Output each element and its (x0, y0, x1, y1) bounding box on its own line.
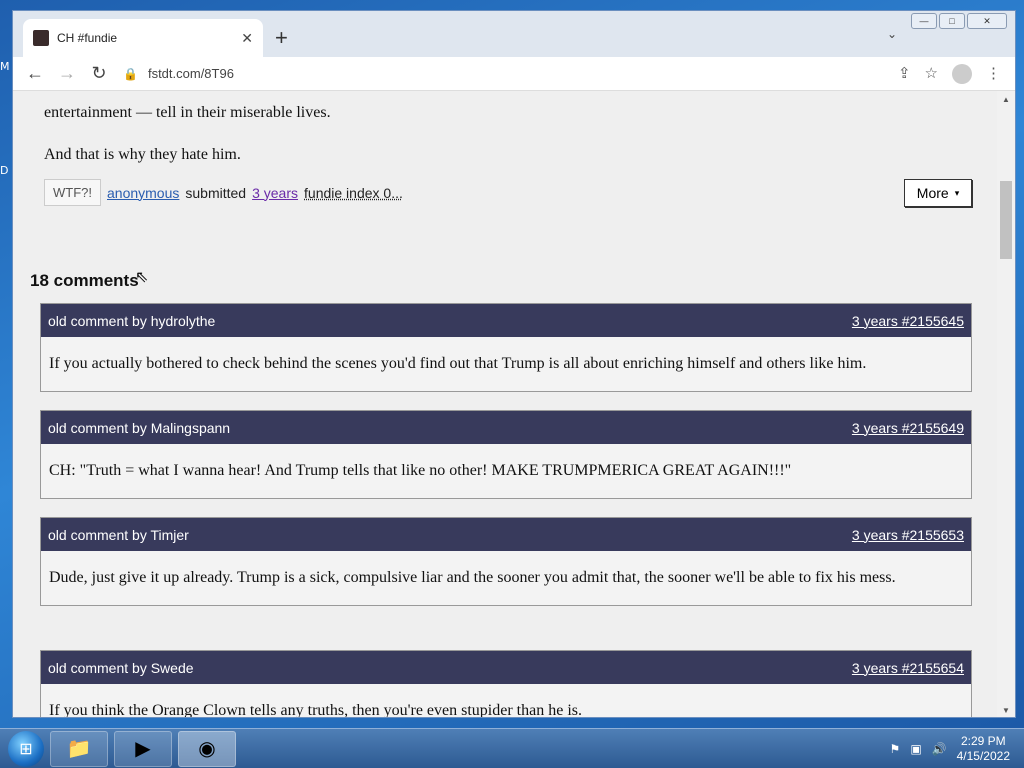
comment-permalink[interactable]: 3 years #2155649 (852, 420, 964, 436)
comment-header: old comment by hydrolythe 3 years #21556… (41, 304, 971, 337)
comment-header: old comment by Swede 3 years #2155654 (41, 651, 971, 684)
browser-window: CH #fundie ✕ + ⌄ — □ ✕ ← → ↻ 🔒 fstdt.com… (12, 10, 1016, 718)
tab-strip: CH #fundie ✕ + ⌄ — □ ✕ (13, 11, 1015, 57)
comment-author: old comment by Timjer (48, 526, 189, 543)
maximize-button[interactable]: □ (939, 13, 965, 29)
action-center-icon[interactable]: ⚑ (890, 742, 901, 756)
url-text[interactable]: fstdt.com/8T96 (148, 66, 234, 81)
desktop-icon-label[interactable]: M (0, 60, 10, 73)
comment-card: old comment by hydrolythe 3 years #21556… (40, 303, 972, 392)
clock[interactable]: 2:29 PM 4/15/2022 (957, 734, 1010, 764)
menu-kebab-icon[interactable]: ⋮ (986, 64, 1001, 84)
comment-card: old comment by Malingspann 3 years #2155… (40, 410, 972, 499)
back-arrow-icon[interactable]: ← (19, 63, 51, 84)
share-icon[interactable]: ⇪ (898, 64, 911, 84)
media-player-taskbar-icon[interactable]: ▶ (114, 730, 172, 767)
scrollbar-thumb[interactable] (1000, 181, 1012, 259)
lock-icon[interactable]: 🔒 (123, 67, 138, 81)
close-tab-icon[interactable]: ✕ (241, 30, 253, 47)
vertical-scrollbar[interactable]: ▲ ▼ (997, 91, 1015, 717)
clock-time: 2:29 PM (960, 733, 1006, 748)
minimize-button[interactable]: — (911, 13, 937, 29)
comment-card: old comment by Timjer 3 years #2155653 D… (40, 517, 972, 606)
favicon-icon (33, 30, 49, 46)
more-label: More (916, 185, 949, 201)
comment-author: old comment by Swede (48, 659, 194, 676)
comments-heading: 18 comments (30, 271, 139, 290)
tab-title: CH #fundie (57, 31, 118, 45)
tab-search-icon[interactable]: ⌄ (887, 27, 897, 41)
submitted-label: submitted (185, 184, 247, 201)
comment-permalink[interactable]: 3 years #2155645 (852, 313, 964, 329)
scroll-down-icon[interactable]: ▼ (1002, 706, 1010, 715)
comment-body: Dude, just give it up already. Trump is … (49, 569, 896, 586)
desktop-icon-label[interactable]: D (0, 164, 8, 177)
system-tray: ⚑ ▣ 🔊 2:29 PM 4/15/2022 (890, 734, 1010, 764)
comment-permalink[interactable]: 3 years #2155653 (852, 527, 964, 543)
window-controls: — □ ✕ (911, 13, 1007, 29)
comment-header: old comment by Timjer 3 years #2155653 (41, 518, 971, 551)
comment-header: old comment by Malingspann 3 years #2155… (41, 411, 971, 444)
clock-date: 4/15/2022 (956, 748, 1010, 763)
comment-body: If you think the Orange Clown tells any … (49, 702, 582, 718)
browser-toolbar: ← → ↻ 🔒 fstdt.com/8T96 ⇪ ☆ ⋮ (13, 57, 1015, 91)
more-button[interactable]: More ▾ (904, 179, 972, 207)
forward-arrow-icon[interactable]: → (51, 63, 83, 84)
post-text-line: entertainment — tell in their miserable … (44, 104, 331, 121)
page-content: entertainment — tell in their miserable … (13, 91, 999, 718)
wtf-button[interactable]: WTF?! (44, 179, 101, 206)
volume-icon[interactable]: 🔊 (932, 742, 947, 756)
bookmark-star-icon[interactable]: ☆ (925, 64, 938, 84)
post-text-line: And that is why they hate him. (44, 146, 241, 163)
comment-body: CH: "Truth = what I wanna hear! And Trum… (49, 462, 792, 479)
caret-down-icon: ▾ (954, 187, 960, 198)
close-window-button[interactable]: ✕ (967, 13, 1007, 29)
post-meta: WTF?! anonymous submitted 3 years fundie… (44, 179, 403, 206)
tab-active[interactable]: CH #fundie ✕ (23, 19, 263, 57)
network-icon[interactable]: ▣ (910, 742, 921, 756)
taskbar: ⊞ 📁 ▶ ◉ ⚑ ▣ 🔊 2:29 PM 4/15/2022 (0, 728, 1024, 768)
chrome-taskbar-icon[interactable]: ◉ (178, 730, 236, 767)
new-tab-button[interactable]: + (275, 25, 288, 51)
mouse-cursor-icon: ⇖ (135, 269, 149, 286)
file-explorer-taskbar-icon[interactable]: 📁 (50, 730, 108, 767)
address-bar[interactable]: 🔒 fstdt.com/8T96 (123, 60, 898, 88)
comment-body: If you actually bothered to check behind… (49, 355, 867, 372)
comment-author: old comment by hydrolythe (48, 312, 216, 329)
comment-author: old comment by Malingspann (48, 419, 231, 436)
comment-card: old comment by Swede 3 years #2155654 If… (40, 650, 972, 718)
fundie-index: fundie index 0... (304, 184, 403, 201)
author-link[interactable]: anonymous (107, 185, 179, 201)
reload-icon[interactable]: ↻ (83, 63, 115, 84)
profile-avatar-icon[interactable] (952, 63, 972, 84)
time-link[interactable]: 3 years (252, 185, 298, 201)
comment-permalink[interactable]: 3 years #2155654 (852, 660, 964, 676)
scroll-up-icon[interactable]: ▲ (1002, 95, 1010, 104)
start-button[interactable]: ⊞ (8, 730, 44, 767)
